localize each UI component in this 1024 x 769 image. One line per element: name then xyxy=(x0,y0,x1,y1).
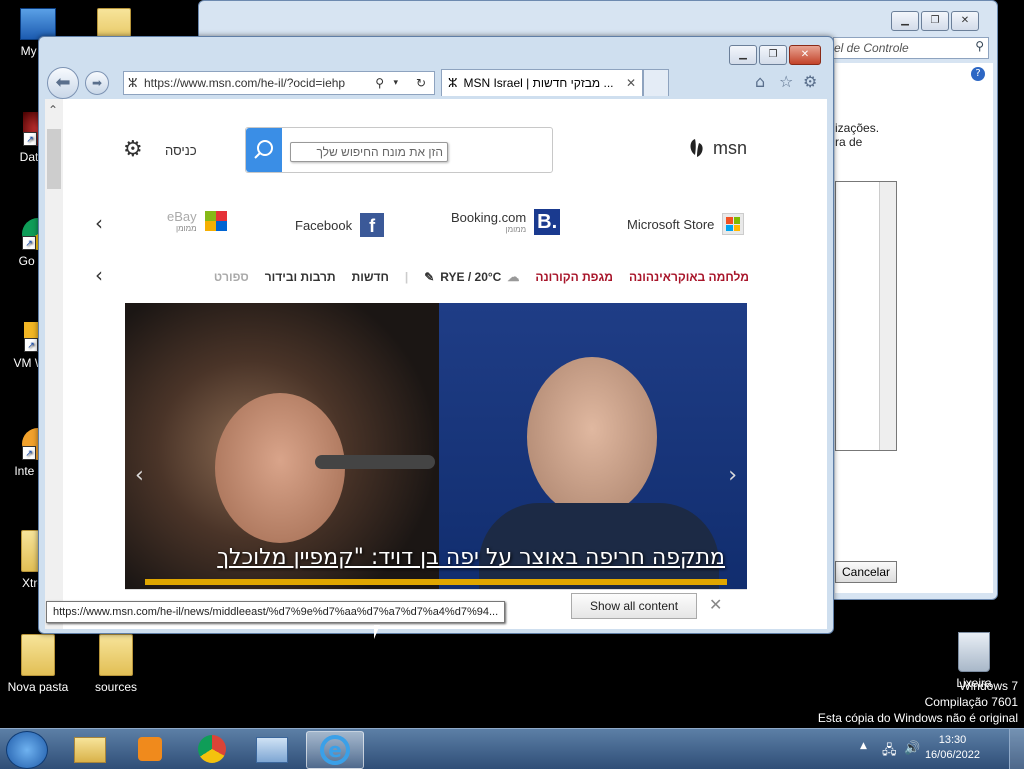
folder-icon xyxy=(21,634,55,676)
home-icon[interactable]: ⌂ xyxy=(755,72,765,91)
system-clock[interactable]: 13:30 16/06/2022 xyxy=(925,733,980,763)
settings-list[interactable] xyxy=(835,181,897,451)
hero-prev-arrow-icon[interactable]: ‹ xyxy=(135,463,144,488)
volume-icon[interactable]: 🔊 xyxy=(904,741,920,756)
close-tab-icon[interactable]: ✕ xyxy=(626,76,636,90)
control-panel-icon xyxy=(256,737,288,763)
minimize-button[interactable]: ▁ xyxy=(729,45,757,65)
refresh-icon[interactable]: ↻ xyxy=(416,76,426,90)
taskbar-control-panel[interactable] xyxy=(244,731,300,767)
bg-window-controls: ▁ ❐ ✕ xyxy=(891,11,979,31)
status-url-tooltip: https://www.msn.com/he-il/news/middleeas… xyxy=(46,601,506,623)
favorites-star-icon[interactable]: ☆ xyxy=(779,72,793,91)
microsoft-store-icon xyxy=(722,213,745,235)
taskbar-explorer[interactable] xyxy=(62,731,118,767)
nav-culture[interactable]: תרבות ובידור xyxy=(265,270,336,284)
msn-butterfly-icon xyxy=(690,139,703,157)
nav-corona[interactable]: מגפת הקורונה xyxy=(535,270,613,284)
scrollbar-thumb[interactable] xyxy=(47,129,61,189)
cancel-button[interactable]: Cancelar xyxy=(835,561,897,583)
taskbar-media-player[interactable] xyxy=(122,731,178,767)
ie-toolbar: ⬅ ➡ ⵣ https://www.msn.com/he-il/?ocid=ie… xyxy=(45,67,827,99)
tab-msn-israel[interactable]: ⵣ MSN Israel | מבזקי חדשות ... ✕ xyxy=(441,69,643,96)
hero-next-arrow-icon[interactable]: › xyxy=(728,463,737,488)
nav-ukraine-war[interactable]: מלחמה באוקראינהונה xyxy=(629,270,749,284)
start-button[interactable] xyxy=(6,731,48,769)
show-desktop-button[interactable] xyxy=(1009,729,1024,769)
taskbar-internet-explorer[interactable]: e xyxy=(306,731,364,769)
ebay-bag-icon xyxy=(204,211,227,231)
settings-gear-icon[interactable]: ⚙ xyxy=(123,137,143,162)
page-scrollbar[interactable]: ⌃ xyxy=(45,99,63,629)
notification-close-icon[interactable]: ✕ xyxy=(709,595,722,614)
scroll-up-arrow[interactable]: ⌃ xyxy=(48,103,58,117)
dropdown-icon[interactable]: ▾ xyxy=(393,78,398,88)
category-nav: מלחמה באוקראינהונה מגפת הקורונה ✎ RYE / … xyxy=(214,267,749,287)
search-icon xyxy=(254,140,273,159)
msn-favicon: ⵣ xyxy=(448,76,458,90)
back-button[interactable]: ⬅ xyxy=(47,67,79,99)
shortcuts-prev-chevron-icon[interactable]: ‹ xyxy=(95,211,103,235)
control-panel-search[interactable]: el de Controle ⚲ xyxy=(833,37,989,59)
hero-carousel[interactable]: ‹ › מתקפה חריפה באוצר על יפה בן דויד: "ק… xyxy=(125,303,747,629)
msn-search-box[interactable]: הזן את מונח החיפוש שלך xyxy=(245,127,553,173)
shortcut-ebay[interactable]: eBay ממומן xyxy=(167,209,227,233)
control-panel-content: ? izações. ra de Cancelar xyxy=(835,63,993,593)
mouse-cursor xyxy=(374,625,380,639)
forward-button[interactable]: ➡ xyxy=(85,71,109,95)
chrome-icon xyxy=(198,735,226,763)
nav-news[interactable]: חדשות xyxy=(352,270,389,284)
folder-icon xyxy=(99,634,133,676)
recycle-bin-icon xyxy=(958,632,990,672)
media-player-icon xyxy=(138,737,162,761)
shortcut-facebook[interactable]: Facebook f xyxy=(295,213,385,237)
cloud-icon: ☁ xyxy=(507,270,520,284)
edit-pencil-icon: ✎ xyxy=(424,270,435,284)
new-tab-button[interactable] xyxy=(643,69,669,96)
minimize-button[interactable]: ▁ xyxy=(891,11,919,31)
windows-watermark: Windows 7 Compilação 7601 Esta cópia do … xyxy=(817,679,1018,725)
search-icon: ⚲ xyxy=(975,39,984,53)
search-input[interactable]: הזן את מונח החיפוש שלך xyxy=(290,142,448,162)
show-all-content-button[interactable]: Show all content xyxy=(571,593,697,619)
show-hidden-icons[interactable]: ▲ xyxy=(860,741,867,751)
facebook-icon: f xyxy=(360,213,385,237)
search-icon[interactable]: ⚲ xyxy=(375,76,384,90)
weather-widget[interactable]: ✎ RYE / 20°C ☁ xyxy=(424,270,519,284)
nav-divider: | xyxy=(404,270,409,284)
search-button[interactable] xyxy=(246,128,282,172)
hero-accent-bar xyxy=(145,579,727,585)
taskbar-chrome[interactable] xyxy=(184,731,240,767)
booking-icon: B. xyxy=(534,209,561,235)
close-button[interactable]: ✕ xyxy=(789,45,821,65)
close-button[interactable]: ✕ xyxy=(951,11,979,31)
shortcut-microsoft-store[interactable]: Microsoft Store xyxy=(627,213,745,235)
tools-gear-icon[interactable]: ⚙ xyxy=(803,72,817,91)
nav-sports[interactable]: ספורט xyxy=(214,270,249,284)
desktop-icon-sources[interactable]: sources xyxy=(78,634,154,694)
help-icon[interactable]: ? xyxy=(971,67,985,81)
folder-icon xyxy=(74,737,106,763)
msn-logo[interactable]: msn xyxy=(687,137,747,159)
internet-explorer-icon: e xyxy=(320,735,350,765)
list-scrollbar[interactable] xyxy=(879,182,896,450)
msn-page: ⌃ msn הזן את מונח החיפוש שלך כניסה ⚙ Mic… xyxy=(45,99,827,629)
hero-headline[interactable]: מתקפה חריפה באוצר על יפה בן דויד: "קמפיי… xyxy=(145,545,725,570)
taskbar: e ▲ 🖧 🔊 13:30 16/06/2022 xyxy=(0,728,1024,769)
msn-favicon: ⵣ xyxy=(128,76,138,90)
microphone xyxy=(315,455,435,469)
sign-in-link[interactable]: כניסה xyxy=(165,143,197,158)
internet-explorer-window: ▁ ❐ ✕ ⬅ ➡ ⵣ https://www.msn.com/he-il/?o… xyxy=(38,36,834,634)
maximize-button[interactable]: ❐ xyxy=(759,45,787,65)
address-bar[interactable]: ⵣ https://www.msn.com/he-il/?ocid=iehp ⚲… xyxy=(123,71,435,95)
person-right xyxy=(527,357,657,517)
maximize-button[interactable]: ❐ xyxy=(921,11,949,31)
desktop-icon-nova-pasta[interactable]: Nova pasta xyxy=(0,634,76,694)
network-icon[interactable]: 🖧 xyxy=(882,741,897,763)
nav-prev-chevron-icon[interactable]: ‹ xyxy=(95,263,103,287)
shortcut-booking[interactable]: Booking.com ממומן B. xyxy=(451,209,561,235)
ie-window-controls: ▁ ❐ ✕ xyxy=(729,45,821,65)
